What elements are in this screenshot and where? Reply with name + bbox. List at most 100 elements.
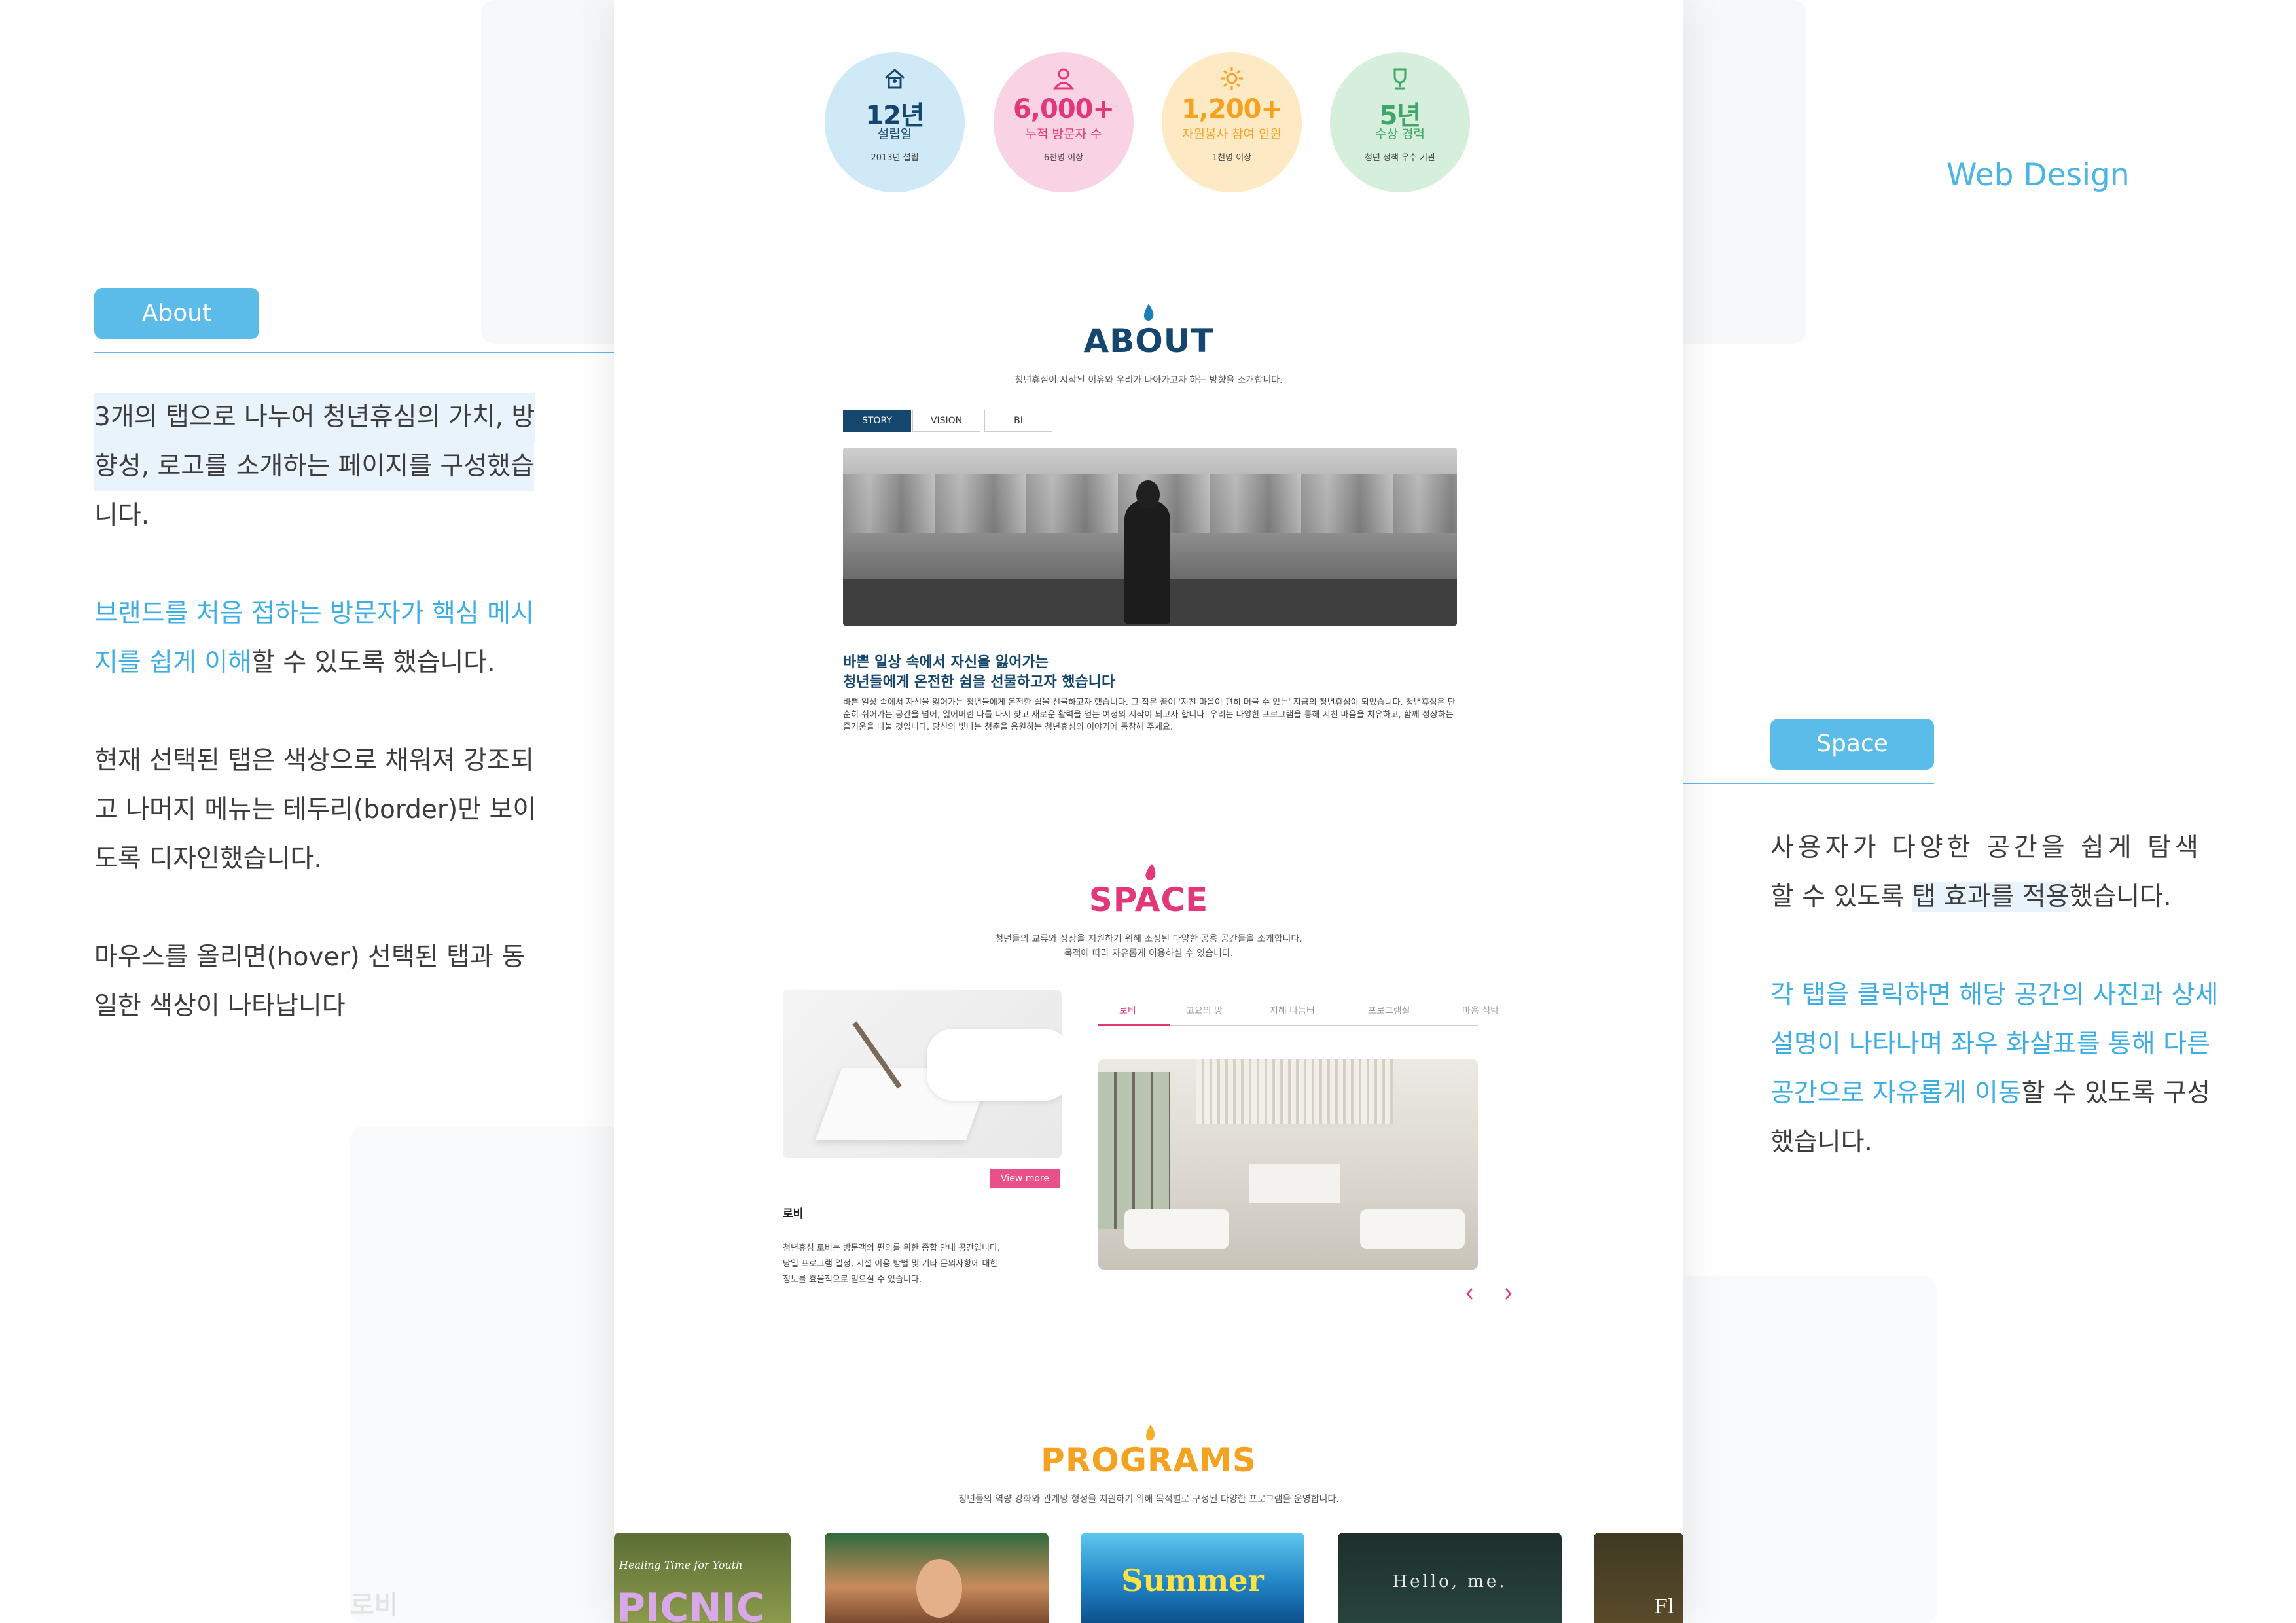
about-p1-line-3: 니다. bbox=[94, 501, 150, 530]
stat-visitors: 6,000+ 누적 방문자 수 6천명 이상 bbox=[994, 52, 1134, 192]
space-p2-blue-3: 공간으로 자유롭게 이동 bbox=[1770, 1079, 2022, 1108]
space-tab-wisdom[interactable]: 지혜 나눔터 bbox=[1270, 1004, 1315, 1017]
about-title: ABOUT bbox=[1083, 322, 1214, 360]
person-icon bbox=[994, 65, 1134, 92]
stat-volunteers-number: 1,200+ bbox=[1181, 94, 1283, 124]
about-heading-line-1: 바쁜 일상 속에서 자신을 잃어가는 bbox=[843, 654, 1049, 671]
about-pill: About bbox=[94, 288, 259, 339]
space-p1-b: 탭 효과를 적용 bbox=[1912, 882, 2070, 912]
space-room-desc-3: 정보를 효율적으로 얻으실 수 있습니다. bbox=[783, 1275, 922, 1285]
stat-volunteers-label: 자원봉사 참여 인원 bbox=[1182, 127, 1282, 141]
about-p1-line-1: 3개의 탭으로 나누어 청년휴심의 가치, 방 bbox=[94, 393, 535, 442]
about-p2-line-1: 브랜드를 처음 접하는 방문자가 핵심 메시 bbox=[94, 599, 534, 628]
stat-volunteers-sub: 1천명 이상 bbox=[1211, 153, 1252, 163]
space-card-photo bbox=[783, 990, 1062, 1158]
programs-title: PROGRAMS bbox=[1041, 1441, 1257, 1479]
about-p3-line-1: 현재 선택된 탭은 색상으로 채워져 강조되 bbox=[94, 746, 534, 776]
sofa-left bbox=[1124, 1209, 1229, 1249]
about-p1-line-2: 향성, 로고를 소개하는 페이지를 구성했습 bbox=[94, 442, 534, 491]
about-p4-line-1: 마우스를 올리면(hover) 선택된 탭과 동 bbox=[94, 942, 526, 972]
space-tab-program-room[interactable]: 프로그램실 bbox=[1368, 1004, 1410, 1017]
space-p1-c: 했습니다. bbox=[2069, 882, 2172, 912]
trophy-icon bbox=[1330, 65, 1470, 92]
standing-figure bbox=[1124, 500, 1170, 624]
about-paragraph-1: 3개의 탭으로 나누어 청년휴심의 가치, 방 향성, 로고를 소개하는 페이지… bbox=[94, 393, 552, 540]
space-main-photo bbox=[1098, 1059, 1478, 1270]
program-card-summer[interactable]: Summer bbox=[1081, 1533, 1304, 1623]
program-card-picnic-tagline: Healing Time for Youth bbox=[619, 1559, 743, 1571]
stat-awards: 5년 수상 경력 청년 정책 우수 기관 bbox=[1330, 52, 1470, 192]
tab-bi[interactable]: BI bbox=[984, 410, 1052, 432]
program-card-picnic-title: PICNIC bbox=[617, 1585, 765, 1623]
stat-awards-label: 수상 경력 bbox=[1375, 127, 1425, 141]
about-p4-line-2: 일한 색상이 나타납니다 bbox=[94, 991, 346, 1021]
space-p2-line-2: 설명이 나타나며 좌우 화살표를 통해 다른 bbox=[1770, 1029, 2210, 1059]
stat-visitors-label: 누적 방문자 수 bbox=[1025, 127, 1102, 141]
program-card-hello-me[interactable]: Hello, me. bbox=[1338, 1533, 1562, 1623]
space-tab-quiet-room[interactable]: 고요의 방 bbox=[1186, 1004, 1223, 1017]
ghost-panel-bottom-right bbox=[1676, 1276, 1937, 1623]
program-card-summer-title: Summer bbox=[1121, 1563, 1264, 1598]
house-icon bbox=[825, 65, 965, 92]
space-title: SPACE bbox=[1088, 881, 1209, 919]
space-paragraph-1: 사용자가 다양한 공간을 쉽게 탐색 할 수 있도록 탭 효과를 적용했습니다. bbox=[1770, 823, 2215, 921]
space-pill: Space bbox=[1770, 719, 1934, 770]
stat-awards-sub: 청년 정책 우수 기관 bbox=[1364, 153, 1436, 163]
about-paragraph-4: 마우스를 올리면(hover) 선택된 탭과 동 일한 색상이 나타납니다 bbox=[94, 933, 565, 1031]
program-card-friends[interactable] bbox=[825, 1533, 1049, 1623]
space-p1-line-2: 할 수 있도록 탭 효과를 적용했습니다. bbox=[1770, 872, 2215, 921]
stat-visitors-sub: 6천명 이상 bbox=[1043, 153, 1084, 163]
next-arrow-icon[interactable] bbox=[1504, 1287, 1513, 1304]
space-paragraph-2: 각 탭을 클릭하면 해당 공간의 사진과 상세 설명이 나타나며 좌우 화살표를… bbox=[1770, 971, 2229, 1167]
about-paragraph-3: 현재 선택된 탭은 색상으로 채워져 강조되 고 나머지 메뉴는 테두리(bor… bbox=[94, 736, 565, 883]
stat-volunteers: 1,200+ 자원봉사 참여 인원 1천명 이상 bbox=[1162, 52, 1302, 192]
program-card-flower[interactable]: Fl bbox=[1594, 1533, 1683, 1623]
space-room-desc-2: 당일 프로그램 일정, 시설 이용 방법 및 기타 문의사항에 대한 bbox=[783, 1259, 998, 1269]
programs-subtitle: 청년들의 역량 강화와 관계망 형성을 지원하기 위해 목적별로 구성된 다양한… bbox=[958, 1494, 1339, 1505]
ghost-lobby-label: 로비 bbox=[350, 1590, 399, 1620]
about-subtitle: 청년휴심이 시작된 이유와 우리가 나아가고자 하는 방향을 소개합니다. bbox=[1014, 375, 1283, 385]
stat-founded: 12년 설립일 2013년 설립 bbox=[825, 52, 965, 192]
space-p2-line-4: 했습니다. bbox=[1770, 1128, 1873, 1157]
windows bbox=[1098, 1072, 1170, 1229]
about-story-photo bbox=[843, 448, 1457, 626]
reception-desk bbox=[1249, 1164, 1340, 1203]
space-p2-line-3: 공간으로 자유롭게 이동할 수 있도록 구성 bbox=[1770, 1069, 2229, 1118]
web-design-label: Web Design bbox=[1946, 157, 2130, 193]
about-p2-line-2: 지를 쉽게 이해할 수 있도록 했습니다. bbox=[94, 638, 565, 687]
tab-vision[interactable]: VISION bbox=[912, 410, 980, 432]
sleeve bbox=[927, 1029, 1062, 1101]
about-p2-rest: 할 수 있도록 했습니다. bbox=[251, 648, 495, 677]
space-p2-rest-3: 할 수 있도록 구성 bbox=[2021, 1079, 2210, 1108]
sofa-right bbox=[1360, 1209, 1465, 1249]
space-room-desc-1: 청년휴심 로비는 방문객의 편의를 위한 종합 안내 공간입니다. bbox=[783, 1243, 1001, 1253]
stat-founded-label: 설립일 bbox=[877, 127, 912, 141]
about-drop-icon bbox=[1141, 302, 1156, 325]
space-room-name: 로비 bbox=[783, 1207, 804, 1221]
about-p2-blue: 지를 쉽게 이해 bbox=[94, 648, 252, 677]
about-p3-line-3: 도록 디자인했습니다. bbox=[94, 844, 322, 874]
space-p1-a: 할 수 있도록 bbox=[1770, 882, 1912, 912]
about-heading-line-2: 청년들에게 온전한 쉼을 선물하고자 했습니다 bbox=[843, 674, 1115, 690]
prev-arrow-icon[interactable] bbox=[1465, 1287, 1474, 1304]
space-p2-line-1: 각 탭을 클릭하면 해당 공간의 사진과 상세 bbox=[1770, 980, 2219, 1010]
space-subtitle-1: 청년들의 교류와 성장을 지원하기 위해 조성된 다양한 공용 공간들을 소개합… bbox=[995, 934, 1302, 944]
space-p1-line-1: 사용자가 다양한 공간을 쉽게 탐색 bbox=[1770, 833, 2202, 863]
website-mockup: 12년 설립일 2013년 설립 6,000+ 누적 방문자 수 6천명 이상 … bbox=[614, 0, 1683, 1623]
about-p3-line-2: 고 나머지 메뉴는 테두리(border)만 보이 bbox=[94, 795, 537, 825]
figure-head bbox=[1136, 480, 1160, 509]
space-tab-mind-table[interactable]: 마음 식탁 bbox=[1462, 1004, 1499, 1017]
stat-visitors-number: 6,000+ bbox=[1013, 94, 1115, 124]
about-body-text: 바쁜 일상 속에서 자신을 잃어가는 청년들에게 온전한 쉼을 선물하고자 했습… bbox=[843, 698, 1456, 732]
friends-face bbox=[916, 1559, 962, 1618]
tab-story[interactable]: STORY bbox=[843, 410, 911, 432]
space-subtitle-2: 목적에 따라 자유롭게 이용하실 수 있습니다. bbox=[1064, 948, 1234, 959]
view-more-button[interactable]: View more bbox=[990, 1169, 1060, 1188]
stat-founded-sub: 2013년 설립 bbox=[870, 153, 919, 163]
ceiling-slats bbox=[1196, 1059, 1393, 1124]
space-tab-lobby[interactable]: 로비 bbox=[1119, 1004, 1136, 1017]
space-tab-active-underline bbox=[1098, 1024, 1170, 1026]
program-card-picnic[interactable]: Healing Time for Youth PICNIC bbox=[614, 1533, 791, 1623]
about-paragraph-2: 브랜드를 처음 접하는 방문자가 핵심 메시 지를 쉽게 이해할 수 있도록 했… bbox=[94, 589, 565, 687]
program-card-flower-title: Fl bbox=[1654, 1596, 1674, 1618]
